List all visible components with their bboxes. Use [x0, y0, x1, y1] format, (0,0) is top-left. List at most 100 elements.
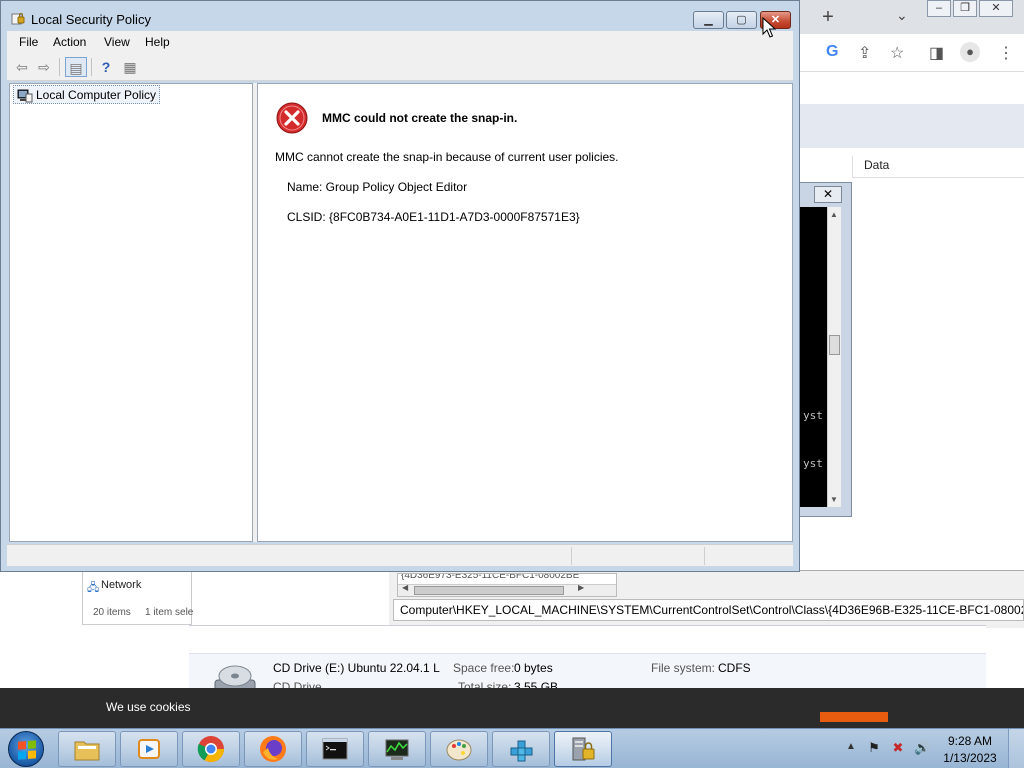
media-player-icon	[138, 739, 160, 759]
mouse-cursor-icon	[762, 17, 776, 38]
show-hide-console-tree-icon[interactable]: ▤	[65, 57, 87, 77]
clock-date[interactable]: 1/13/2023	[940, 751, 1000, 765]
menu-file[interactable]: File	[19, 35, 38, 49]
registry-editor-window: {4D36E973-E325-11CE-BFC1-08002BE ◀ ▶ Com…	[389, 570, 1024, 628]
system-tray: ▲ ⚑ ✖ 🔊 9:28 AM 1/13/2023	[840, 729, 1024, 768]
menu-view[interactable]: View	[104, 35, 130, 49]
space-free-value: 0 bytes	[514, 661, 553, 675]
scroll-thumb[interactable]	[829, 335, 840, 355]
scroll-down-icon[interactable]: ▼	[830, 495, 838, 504]
google-icon[interactable]: G	[826, 43, 838, 61]
file-system-label: File system:	[651, 661, 716, 675]
window-title-bar[interactable]: Local Security Policy ▁ ▢ ✕	[1, 1, 799, 31]
command-prompt-icon	[322, 738, 348, 760]
status-bar	[7, 544, 793, 566]
cmd-console[interactable]: yst yst	[800, 207, 827, 507]
profile-icon[interactable]: ●	[960, 42, 980, 62]
chrome-close-button[interactable]: ✕	[979, 0, 1013, 17]
taskbar-paint[interactable]	[430, 731, 488, 767]
chrome-menu-icon[interactable]: ⋮	[998, 43, 1014, 63]
action-center-icon[interactable]: ⚑	[866, 740, 882, 756]
task-manager-icon	[385, 739, 409, 760]
chrome-minimize-button[interactable]: –	[927, 0, 951, 17]
scroll-right-icon[interactable]: ▶	[578, 583, 584, 592]
error-icon	[276, 102, 308, 134]
drive-name: CD Drive (E:) Ubuntu 22.04.1 L	[273, 661, 440, 675]
tree-node-label: Local Computer Policy	[36, 88, 157, 102]
nav-item-network[interactable]: Network	[101, 579, 141, 591]
scroll-left-icon[interactable]: ◀	[402, 583, 408, 592]
taskbar-local-security-policy[interactable]	[554, 731, 612, 767]
local-security-policy-window: Local Security Policy ▁ ▢ ✕ File Action …	[0, 0, 800, 572]
taskbar-windows-explorer[interactable]	[58, 731, 116, 767]
show-desktop-button[interactable]	[1008, 729, 1024, 768]
cmd-close-button[interactable]: ✕	[814, 186, 842, 203]
command-prompt-window: ✕ yst yst ▲ ▼	[795, 182, 852, 517]
console-tree: Local Computer Policy	[9, 83, 253, 542]
cookie-banner: We use cookies	[0, 688, 1024, 728]
cookie-banner-text: We use cookies	[106, 700, 191, 714]
computer-policy-icon	[17, 89, 33, 103]
items-count: 20 items	[93, 607, 131, 618]
new-tab-icon[interactable]: +	[818, 6, 838, 29]
show-action-pane-icon[interactable]: ▦	[119, 57, 141, 77]
network-disconnected-icon[interactable]: ✖	[890, 740, 906, 756]
status-bar-separator	[704, 547, 705, 565]
help-icon[interactable]: ?	[95, 57, 117, 77]
folder-icon	[74, 741, 100, 761]
registry-editor-icon	[510, 740, 533, 762]
tree-node-local-computer-policy[interactable]: Local Computer Policy	[13, 85, 161, 104]
bookmark-star-icon[interactable]: ☆	[890, 43, 904, 63]
back-arrow-icon[interactable]: ⇦	[11, 57, 33, 77]
windows-logo-icon	[18, 740, 36, 760]
volume-icon[interactable]: 🔊	[914, 740, 930, 756]
show-hidden-icons-icon[interactable]: ▲	[846, 741, 856, 752]
minimize-button[interactable]: ▁	[693, 11, 724, 29]
start-button[interactable]	[8, 731, 44, 767]
explorer-window: 🖧 Network 20 items 1 item sele	[82, 570, 194, 625]
space-free-label: Space free:	[453, 661, 515, 675]
cmd-line: yst	[803, 409, 823, 422]
selected-count: 1 item sele	[145, 607, 194, 618]
toolbar: ⇦ ⇨ ▤ ? ▦	[7, 53, 793, 81]
chrome-icon	[197, 736, 225, 763]
data-column-header[interactable]: Data	[864, 158, 889, 172]
forward-arrow-icon[interactable]: ⇨	[33, 57, 55, 77]
error-message: MMC cannot create the snap-in because of…	[275, 150, 619, 164]
regedit-key-list[interactable]: {4D36E973-E325-11CE-BFC1-08002BE ◀ ▶	[397, 573, 617, 597]
horizontal-scrollbar[interactable]: ◀ ▶	[398, 583, 616, 596]
snap-in-clsid: CLSID: {8FC0B734-A0E1-11D1-A7D3-0000F875…	[287, 210, 580, 224]
menu-help[interactable]: Help	[145, 35, 170, 49]
regedit-status-path: Computer\HKEY_LOCAL_MACHINE\SYSTEM\Curre…	[393, 599, 1024, 621]
registry-key-item[interactable]: {4D36E973-E325-11CE-BFC1-08002BE	[401, 574, 579, 581]
file-system-value: CDFS	[718, 661, 751, 675]
result-pane: MMC could not create the snap-in. MMC ca…	[257, 83, 793, 542]
network-icon: 🖧	[87, 582, 100, 594]
taskbar-media-player[interactable]	[120, 731, 178, 767]
share-icon[interactable]: ⇪	[858, 43, 871, 63]
menu-bar: File Action View Help	[7, 31, 793, 53]
cmd-scrollbar[interactable]: ▲ ▼	[827, 207, 841, 507]
scroll-thumb[interactable]	[414, 586, 564, 595]
clock-time[interactable]: 9:28 AM	[944, 734, 996, 748]
side-panel-icon[interactable]: ◨	[929, 43, 944, 63]
snap-in-name: Name: Group Policy Object Editor	[287, 180, 468, 194]
taskbar-task-manager[interactable]	[368, 731, 426, 767]
menu-action[interactable]: Action	[53, 35, 86, 49]
page-header-band	[790, 104, 1024, 148]
details-pane-top	[189, 626, 986, 654]
maximize-button[interactable]: ▢	[726, 11, 757, 29]
error-heading: MMC could not create the snap-in.	[322, 111, 518, 125]
taskbar-firefox[interactable]	[244, 731, 302, 767]
cookie-accept-button[interactable]	[820, 712, 888, 722]
scroll-up-icon[interactable]: ▲	[830, 210, 838, 219]
taskbar-registry-editor[interactable]	[492, 731, 550, 767]
taskbar-command-prompt[interactable]	[306, 731, 364, 767]
chrome-restore-button[interactable]: ❐	[953, 0, 977, 17]
security-policy-icon	[572, 737, 595, 761]
taskbar-chrome[interactable]	[182, 731, 240, 767]
firefox-icon	[260, 736, 286, 762]
cmd-line: yst	[803, 457, 823, 470]
window-title: Local Security Policy	[31, 12, 151, 27]
tab-search-chevron-icon[interactable]: ⌄	[896, 7, 908, 24]
